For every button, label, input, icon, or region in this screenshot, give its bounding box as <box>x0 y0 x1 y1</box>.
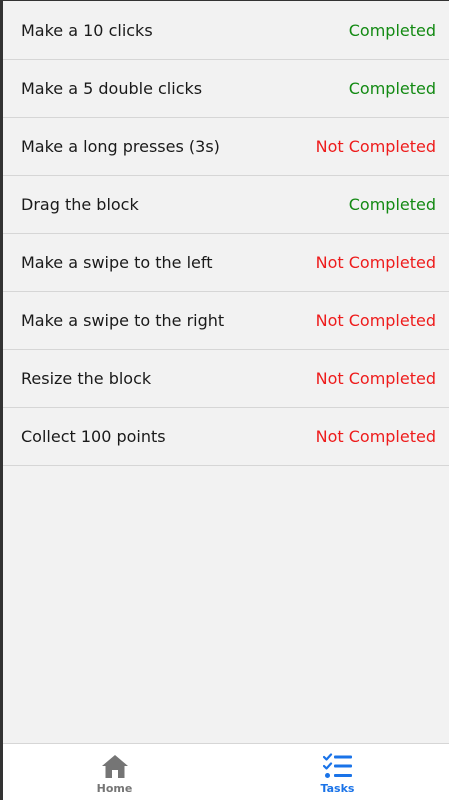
task-status: Not Completed <box>315 137 436 156</box>
task-status: Not Completed <box>315 311 436 330</box>
tasks-screen: Make a 10 clicks Completed Make a 5 doub… <box>0 0 449 800</box>
task-status: Completed <box>348 79 436 98</box>
task-row[interactable]: Make a swipe to the left Not Completed <box>3 234 449 292</box>
task-row[interactable]: Make a swipe to the right Not Completed <box>3 292 449 350</box>
task-label: Make a swipe to the right <box>21 311 225 330</box>
home-icon <box>101 755 128 778</box>
task-status: Not Completed <box>315 253 436 272</box>
task-list: Make a 10 clicks Completed Make a 5 doub… <box>3 1 449 466</box>
task-status: Not Completed <box>315 427 436 446</box>
task-row[interactable]: Make a 5 double clicks Completed <box>3 60 449 118</box>
task-row[interactable]: Make a long presses (3s) Not Completed <box>3 118 449 176</box>
tab-home-label: Home <box>96 782 133 795</box>
task-label: Resize the block <box>21 369 152 388</box>
task-label: Make a 10 clicks <box>21 20 153 40</box>
task-label: Make a long presses (3s) <box>21 137 220 156</box>
task-row[interactable]: Collect 100 points Not Completed <box>3 408 449 466</box>
checklist-icon <box>322 753 352 778</box>
task-status: Not Completed <box>315 369 436 388</box>
task-row[interactable]: Drag the block Completed <box>3 176 449 234</box>
tab-home[interactable]: Home <box>3 744 226 800</box>
tab-tasks[interactable]: Tasks <box>226 744 449 800</box>
task-label: Collect 100 points <box>21 427 166 446</box>
task-row[interactable]: Make a 10 clicks Completed <box>3 1 449 60</box>
task-status: Completed <box>348 20 436 40</box>
task-label: Make a 5 double clicks <box>21 79 203 98</box>
tab-tasks-label: Tasks <box>320 782 355 795</box>
bottom-tab-bar: Home Tasks <box>3 743 449 800</box>
task-label: Drag the block <box>21 195 139 214</box>
task-label: Make a swipe to the left <box>21 253 213 272</box>
task-status: Completed <box>348 195 436 214</box>
task-row[interactable]: Resize the block Not Completed <box>3 350 449 408</box>
